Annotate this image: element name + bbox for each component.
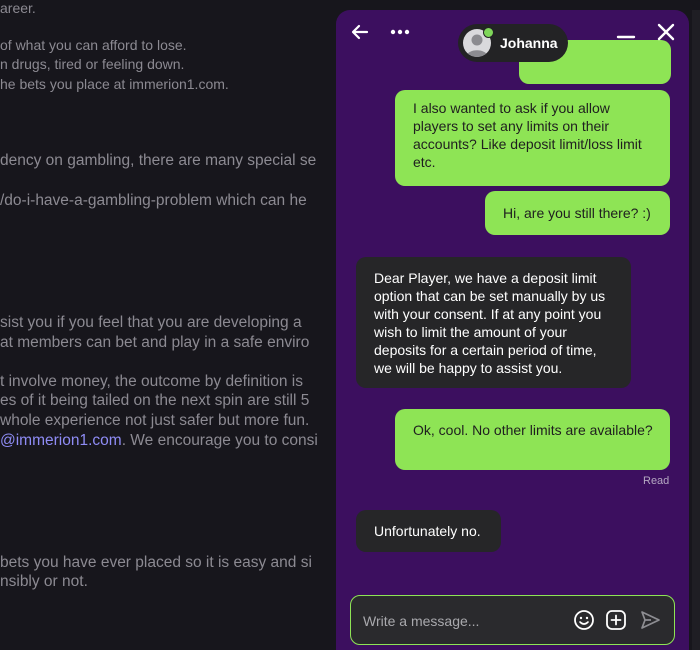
attach-button[interactable] [605, 609, 627, 631]
agent-name: Johanna [500, 35, 558, 51]
bg-text-line: he bets you place at immerion1.com. [0, 76, 229, 92]
smiley-icon [574, 610, 594, 630]
message-bubble-outgoing: Hi, are you still there? :) [485, 191, 670, 235]
back-button[interactable] [346, 18, 374, 46]
chat-header: Johanna [336, 10, 689, 62]
online-status-dot [483, 27, 494, 38]
bg-text-line: at members can bet and play in a safe en… [0, 334, 310, 351]
bg-text-line: of what you can afford to lose. [0, 37, 187, 53]
bg-text-line: nsibly or not. [0, 573, 88, 590]
email-link[interactable]: @immerion1.com [0, 432, 122, 449]
message-bubble-incoming: Unfortunately no. [356, 510, 501, 552]
send-icon [641, 611, 660, 629]
bg-link-line-rest: . We encourage you to consi [121, 432, 318, 449]
bg-link-line: @immerion1.com. We encourage you to cons… [0, 432, 318, 450]
bg-text-line: sist you if you feel that you are develo… [0, 314, 302, 331]
send-button[interactable] [639, 609, 661, 631]
bg-text-line: areer. [0, 0, 36, 16]
emoji-button[interactable] [573, 609, 595, 631]
plus-square-icon [606, 610, 626, 630]
bg-text-line: /do-i-have-a-gambling-problem which can … [0, 192, 307, 209]
bg-text-line: dency on gambling, there are many specia… [0, 152, 317, 169]
agent-pill: Johanna [458, 24, 568, 62]
page-scrollbar[interactable] [692, 10, 700, 650]
message-list[interactable]: I also wanted to ask if you allow player… [336, 10, 689, 650]
more-options-button[interactable] [386, 18, 414, 46]
read-receipt: Read [643, 475, 670, 487]
message-input[interactable] [361, 609, 565, 633]
chat-panel: I also wanted to ask if you allow player… [336, 10, 689, 650]
bg-text-line: whole experience not just safer but more… [0, 412, 310, 429]
bg-text-line: t involve money, the outcome by definiti… [0, 373, 303, 390]
minimize-button[interactable] [612, 18, 640, 46]
bg-text-line: es of it being tailed on the next spin a… [0, 392, 310, 409]
close-button[interactable] [652, 18, 680, 46]
minimize-icon [616, 35, 636, 39]
message-bubble-incoming: Dear Player, we have a deposit limit opt… [356, 257, 631, 388]
more-horizontal-icon [390, 29, 410, 35]
message-bubble-outgoing: I also wanted to ask if you allow player… [395, 90, 670, 186]
arrow-left-icon [351, 24, 369, 40]
message-composer [350, 595, 675, 645]
bg-text-line: bets you have ever placed so it is easy … [0, 554, 312, 571]
message-bubble-outgoing: Ok, cool. No other limits are available? [395, 409, 670, 470]
close-icon [657, 23, 675, 41]
bg-text-line: n drugs, tired or feeling down. [0, 56, 185, 72]
